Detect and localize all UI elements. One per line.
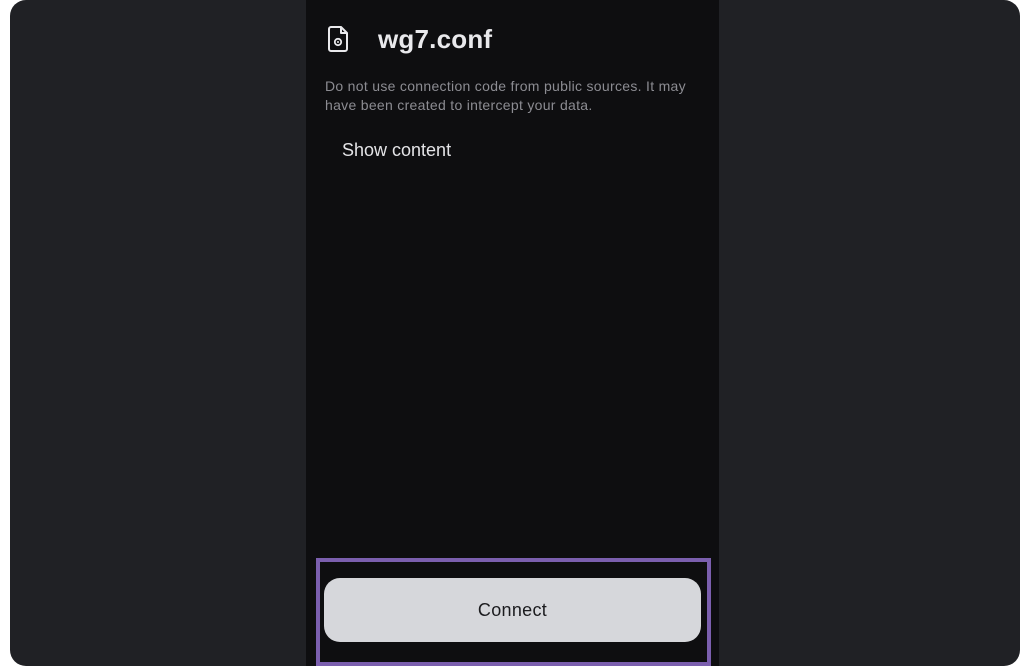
app-window: wg7.conf Do not use connection code from… bbox=[10, 0, 1020, 666]
connect-button[interactable]: Connect bbox=[324, 578, 701, 642]
config-import-panel: wg7.conf Do not use connection code from… bbox=[306, 0, 719, 666]
security-warning-text: Do not use connection code from public s… bbox=[325, 78, 686, 113]
show-content-button[interactable]: Show content bbox=[342, 140, 451, 161]
config-title: wg7.conf bbox=[378, 23, 493, 54]
config-header: wg7.conf bbox=[324, 22, 492, 56]
file-settings-icon bbox=[324, 22, 352, 56]
